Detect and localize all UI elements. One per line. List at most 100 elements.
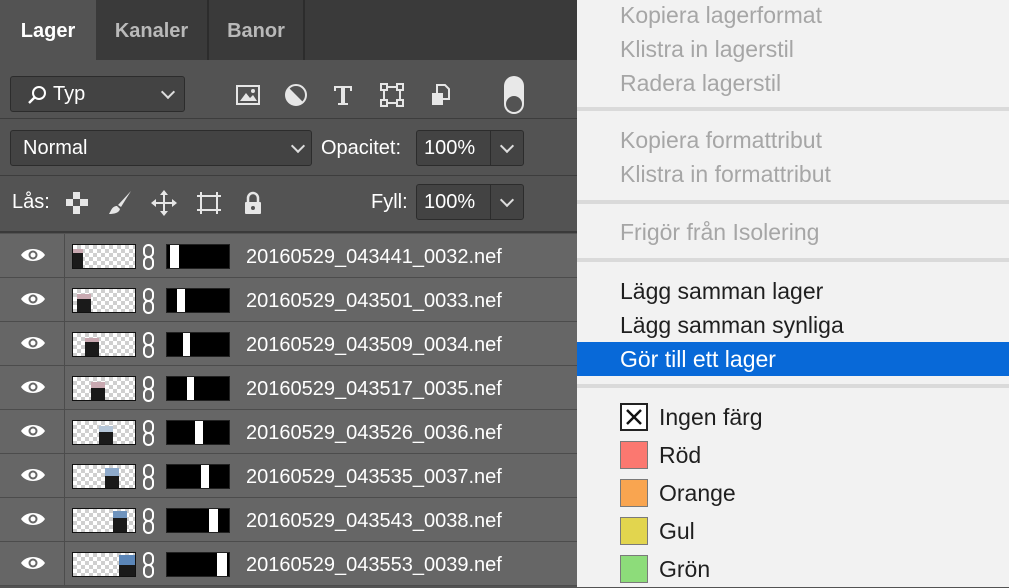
menu-item-paste-layer-style: Klistra in lagerstil [620, 36, 794, 62]
layer-mask-thumbnail[interactable] [166, 552, 230, 577]
chain-link-icon[interactable] [140, 243, 158, 271]
visibility-toggle[interactable] [0, 542, 65, 585]
lock-transparent-pixels-icon[interactable] [63, 189, 91, 217]
chevron-down-icon [160, 84, 176, 100]
layer-thumbnail[interactable] [72, 552, 136, 577]
chevron-down-icon [499, 192, 515, 208]
menu-item-flatten-image[interactable]: Gör till ett lager [577, 342, 1009, 376]
layer-name[interactable]: 20160529_043553_0039.nef [246, 542, 502, 588]
layer-name[interactable]: 20160529_043441_0032.nef [246, 234, 502, 280]
color-label: Orange [659, 480, 736, 506]
menu-item-copy-shape-attributes: Kopiera formattribut [620, 127, 822, 153]
green-swatch [620, 555, 648, 583]
layer-thumbnail[interactable] [72, 288, 136, 313]
layer-row[interactable]: 20160529_043501_0033.nef [0, 278, 577, 322]
visibility-toggle[interactable] [0, 454, 65, 497]
layer-thumbnail[interactable] [72, 420, 136, 445]
menu-item-merge-visible[interactable]: Lägg samman synliga [577, 308, 1009, 342]
type-filter-icon[interactable] [329, 81, 357, 109]
layer-mask-thumbnail[interactable] [166, 420, 230, 445]
context-menu: Kopiera lagerformat Klistra in lagerstil… [577, 0, 1009, 587]
divider [0, 118, 577, 119]
menu-item-orange[interactable]: Orange [577, 476, 1009, 510]
blend-mode-dropdown[interactable]: Normal [10, 130, 312, 166]
tab-channels[interactable]: Kanaler [96, 0, 209, 60]
layer-mask-thumbnail[interactable] [166, 244, 230, 269]
layer-name[interactable]: 20160529_043543_0038.nef [246, 498, 502, 544]
layer-row[interactable]: 20160529_043509_0034.nef [0, 322, 577, 366]
no-color-swatch-icon [620, 403, 648, 431]
menu-item-no-color[interactable]: Ingen färg [577, 400, 1009, 434]
filter-kind-dropdown[interactable]: Typ [10, 76, 185, 112]
layer-row[interactable]: 20160529_043543_0038.nef [0, 498, 577, 542]
opacity-label: Opacitet: [321, 137, 402, 159]
chain-link-icon[interactable] [140, 419, 158, 447]
layer-mask-thumbnail[interactable] [166, 376, 230, 401]
tab-layers[interactable]: Lager [0, 0, 96, 60]
visibility-toggle[interactable] [0, 498, 65, 541]
layer-name[interactable]: 20160529_043501_0033.nef [246, 278, 502, 324]
layer-name[interactable]: 20160529_043526_0036.nef [246, 410, 502, 456]
menu-separator [577, 107, 1009, 111]
layer-row[interactable]: 20160529_043526_0036.nef [0, 410, 577, 454]
opacity-field[interactable]: 100% [416, 130, 524, 166]
divider [0, 231, 577, 233]
opacity-slider-button[interactable] [490, 131, 523, 165]
tab-paths[interactable]: Banor [209, 0, 305, 60]
color-label: Gul [659, 518, 695, 544]
layer-name[interactable]: 20160529_043509_0034.nef [246, 322, 502, 368]
visibility-toggle[interactable] [0, 322, 65, 365]
opacity-value: 100% [424, 137, 476, 159]
filter-toggle-switch[interactable] [504, 76, 524, 114]
menu-item-yellow[interactable]: Gul [577, 514, 1009, 548]
chain-link-icon[interactable] [140, 375, 158, 403]
layer-thumbnail[interactable] [72, 244, 136, 269]
shape-filter-icon[interactable] [378, 81, 406, 109]
layer-row[interactable]: 20160529_043517_0035.nef [0, 366, 577, 410]
eye-icon [21, 249, 45, 261]
layer-row[interactable]: 20160529_043441_0032.nef [0, 234, 577, 278]
red-swatch [620, 441, 648, 469]
layer-thumbnail[interactable] [72, 464, 136, 489]
menu-item-release-from-isolation: Frigör från Isolering [620, 219, 820, 245]
panel-tab-bar: Lager Kanaler Banor [0, 0, 577, 60]
visibility-toggle[interactable] [0, 366, 65, 409]
menu-item-green[interactable]: Grön [577, 552, 1009, 586]
fill-field[interactable]: 100% [416, 184, 524, 220]
layer-thumbnail[interactable] [72, 332, 136, 357]
menu-item-clear-layer-style: Radera lagerstil [620, 70, 782, 96]
layer-mask-thumbnail[interactable] [166, 508, 230, 533]
menu-item-red[interactable]: Röd [577, 438, 1009, 472]
visibility-toggle[interactable] [0, 234, 65, 277]
layer-thumbnail[interactable] [72, 376, 136, 401]
chain-link-icon[interactable] [140, 463, 158, 491]
layer-mask-thumbnail[interactable] [166, 332, 230, 357]
chain-link-icon[interactable] [140, 287, 158, 315]
lock-all-icon[interactable] [239, 189, 267, 217]
fill-value: 100% [424, 191, 476, 213]
lock-artboard-icon[interactable] [195, 189, 223, 217]
color-label: Grön [659, 556, 711, 582]
layer-row[interactable]: 20160529_043535_0037.nef [0, 454, 577, 498]
smart-object-filter-icon[interactable] [427, 81, 455, 109]
lock-image-pixels-icon[interactable] [106, 189, 134, 217]
layer-thumbnail[interactable] [72, 508, 136, 533]
image-filter-icon[interactable] [234, 81, 262, 109]
layer-row[interactable]: 20160529_043553_0039.nef [0, 542, 577, 586]
layer-name[interactable]: 20160529_043517_0035.nef [246, 366, 502, 412]
color-label: Röd [659, 442, 702, 468]
visibility-toggle[interactable] [0, 410, 65, 453]
chain-link-icon[interactable] [140, 331, 158, 359]
chain-link-icon[interactable] [140, 551, 158, 579]
menu-item-merge-layers[interactable]: Lägg samman lager [577, 274, 1009, 308]
chevron-down-icon [499, 138, 515, 154]
fill-slider-button[interactable] [490, 185, 523, 219]
adjustment-filter-icon[interactable] [282, 81, 310, 109]
layer-name[interactable]: 20160529_043535_0037.nef [246, 454, 502, 500]
lock-position-icon[interactable] [150, 189, 178, 217]
layer-mask-thumbnail[interactable] [166, 288, 230, 313]
chevron-down-icon [290, 138, 306, 154]
chain-link-icon[interactable] [140, 507, 158, 535]
visibility-toggle[interactable] [0, 278, 65, 321]
layer-mask-thumbnail[interactable] [166, 464, 230, 489]
